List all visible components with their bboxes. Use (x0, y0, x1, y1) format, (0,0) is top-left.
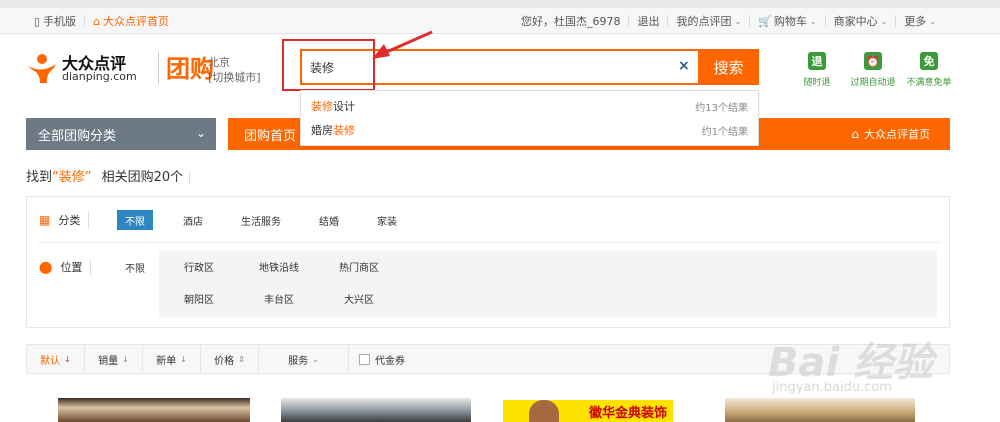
location-tab[interactable]: 地铁沿线 (239, 256, 319, 276)
chevron-down-icon: ⌄ (880, 16, 888, 26)
logo-divider (158, 52, 159, 84)
district-option[interactable]: 大兴区 (319, 288, 399, 308)
tuangou-wordmark: 团购 (166, 55, 214, 83)
watermark-url: jingyan.baidu.com (772, 380, 892, 395)
category-filter-row: ▦ 分类 不限 酒店 生活服务 结婚 家装 (27, 209, 949, 231)
deal-thumbnail[interactable]: 徽华金典装饰 (503, 400, 673, 422)
cart-menu[interactable]: 🛒 购物车 ⌄ (750, 14, 826, 28)
person-photo (529, 400, 559, 422)
sort-default[interactable]: 默认 ↓ (27, 344, 85, 374)
result-summary: 找到“装修” 相关团购20个 (26, 166, 191, 185)
district-option[interactable]: 朝阳区 (159, 288, 239, 308)
city-name: 北京 (208, 56, 230, 69)
location-subpanel: 行政区 地铁沿线 热门商区 朝阳区 丰台区 大兴区 (159, 251, 937, 317)
chevron-down-icon: ⌄ (195, 126, 206, 140)
suggestion-item[interactable]: 装修设计 约13个结果 (301, 94, 758, 118)
arrow-updown-icon: ⇕ (238, 354, 245, 364)
satisfaction-badge[interactable]: 免 不满意免单 (902, 52, 956, 88)
logo-english: dianping.com (62, 70, 137, 83)
location-tab[interactable]: 热门商区 (319, 256, 399, 276)
service-filter[interactable]: 服务 ⌄ (259, 344, 349, 374)
location-tab[interactable]: 行政区 (159, 256, 239, 276)
home-icon: ⌂ (93, 14, 101, 28)
category-option[interactable]: 结婚 (311, 210, 347, 230)
location-unlimited-option[interactable]: 不限 (117, 257, 153, 277)
suggestion-count: 约13个结果 (695, 102, 748, 114)
logout-link[interactable]: 退出 (629, 15, 669, 28)
home-icon: ⌂ (851, 127, 859, 141)
category-option[interactable]: 不限 (117, 210, 153, 230)
greeting-user[interactable]: 您好，杜国杰_6978 (513, 15, 630, 28)
all-categories-menu[interactable]: 全部团购分类 ⌄ (26, 118, 216, 150)
suggestion-item[interactable]: 婚房装修 约1个结果 (301, 118, 758, 142)
dianping-logo-icon (28, 54, 56, 83)
arrow-down-icon: ↓ (180, 354, 187, 364)
chevron-down-icon: ⌄ (734, 16, 742, 26)
filter-panel: ▦ 分类 不限 酒店 生活服务 结婚 家装 ⬤ 位置 不限 行政区 地铁沿线 热… (26, 196, 950, 328)
arrow-down-icon: ↓ (122, 354, 129, 364)
close-icon[interactable]: × (678, 58, 690, 74)
refund-icon: 退 (808, 52, 826, 70)
dianping-home-link[interactable]: ⌂ 大众点评首页 (85, 14, 177, 29)
anytime-refund-badge[interactable]: 退 随时退 (790, 52, 844, 88)
deal-thumbnail[interactable] (58, 398, 250, 422)
free-icon: 免 (920, 52, 938, 70)
merchant-center-menu[interactable]: 商家中心 ⌄ (826, 15, 897, 28)
dianping-home-nav-link[interactable]: ⌂ 大众点评首页 (851, 118, 930, 150)
switch-city-link[interactable]: [切换城市] (208, 70, 261, 85)
my-tuangou-menu[interactable]: 我的点评团 ⌄ (668, 15, 751, 28)
mobile-icon: ▯ (34, 14, 41, 28)
suggestion-count: 约1个结果 (701, 126, 748, 138)
district-option[interactable]: 丰台区 (239, 288, 319, 308)
annotation-arrow-icon (372, 30, 433, 59)
search-suggestions: 装修设计 约13个结果 婚房装修 约1个结果 (300, 90, 759, 146)
mobile-link[interactable]: ▯ 手机版 (26, 14, 86, 28)
grid-icon: ▦ (39, 213, 51, 227)
chevron-down-icon: ⌄ (929, 16, 936, 26)
expiry-refund-badge[interactable]: ⏰ 过期自动退 (846, 52, 900, 88)
voucher-checkbox[interactable]: 代金券 (349, 352, 405, 367)
search-button[interactable]: 搜索 (698, 49, 759, 85)
category-option[interactable]: 酒店 (175, 210, 211, 230)
top-bar: ▯ 手机版 ⌂ 大众点评首页 您好，杜国杰_6978 退出 我的点评团 ⌄ 🛒 购物… (0, 8, 1000, 34)
cart-icon: 🛒 (758, 14, 772, 28)
more-menu[interactable]: 更多 ⌄ (896, 15, 944, 28)
sort-price[interactable]: 价格 ⇕ (201, 344, 259, 374)
location-pin-icon: ⬤ (39, 260, 53, 274)
city-selector[interactable]: 北京 [切换城市] (208, 55, 261, 85)
result-keyword: “装修” (52, 170, 92, 185)
divider (37, 242, 941, 243)
guarantee-badges: 退 随时退 ⏰ 过期自动退 免 不满意免单 (790, 52, 958, 88)
alarm-clock-icon: ⏰ (864, 52, 882, 70)
category-option[interactable]: 家装 (369, 210, 405, 230)
category-option[interactable]: 生活服务 (233, 210, 289, 230)
deal-thumbnail[interactable] (281, 398, 471, 422)
baidu-watermark: Bai 经验 jingyan.baidu.com (758, 328, 998, 410)
arrow-down-icon: ↓ (64, 354, 71, 364)
sort-newest[interactable]: 新单 ↓ (143, 344, 201, 374)
browser-strip (0, 0, 1000, 8)
checkbox-icon (359, 353, 370, 365)
chevron-down-icon: ⌄ (312, 354, 319, 364)
chevron-down-icon: ⌄ (809, 16, 817, 26)
sort-sales[interactable]: 销量 ↓ (85, 344, 143, 374)
